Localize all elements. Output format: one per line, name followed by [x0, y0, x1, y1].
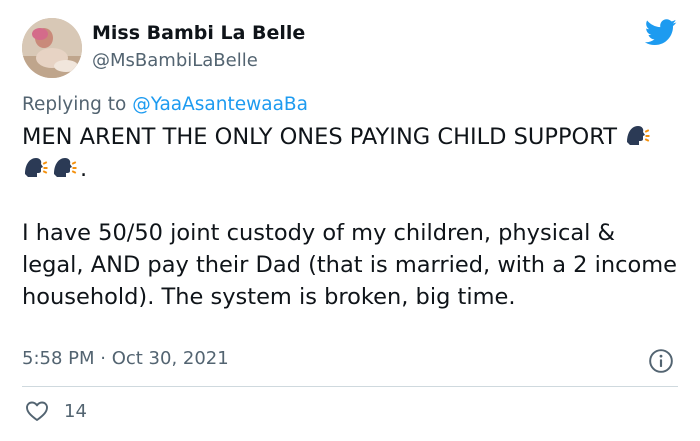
replying-to-handle-link[interactable]: @YaaAsantewaaBa [132, 94, 308, 115]
tweet-text-line1: MEN ARENT THE ONLY ONES PAYING CHILD SUP… [22, 124, 617, 150]
replying-to-line: Replying to @YaaAsantewaaBa [22, 94, 308, 115]
info-icon[interactable] [648, 348, 674, 374]
user-handle[interactable]: @MsBambiLaBelle [92, 50, 258, 71]
like-count: 14 [64, 401, 87, 422]
twitter-bird-icon[interactable] [645, 19, 677, 46]
avatar[interactable] [22, 18, 82, 78]
divider [22, 386, 678, 387]
speaking-head-emoji [25, 158, 48, 177]
tweet-timestamp[interactable]: 5:58 PM · Oct 30, 2021 [22, 348, 229, 369]
tweet-text: MEN ARENT THE ONLY ONES PAYING CHILD SUP… [22, 121, 682, 313]
tweet-paragraph-1: MEN ARENT THE ONLY ONES PAYING CHILD SUP… [22, 121, 682, 185]
tweet-card: Miss Bambi La Belle @MsBambiLaBelle Repl… [0, 0, 700, 441]
speaking-head-emoji [627, 126, 650, 145]
heart-icon[interactable] [25, 400, 49, 422]
replying-to-prefix: Replying to [22, 94, 133, 115]
speaking-head-emoji [54, 158, 77, 177]
display-name[interactable]: Miss Bambi La Belle [92, 22, 305, 44]
tweet-paragraph-2: I have 50/50 joint custody of my childre… [22, 220, 678, 310]
tweet-text-trailing: . [80, 156, 88, 182]
